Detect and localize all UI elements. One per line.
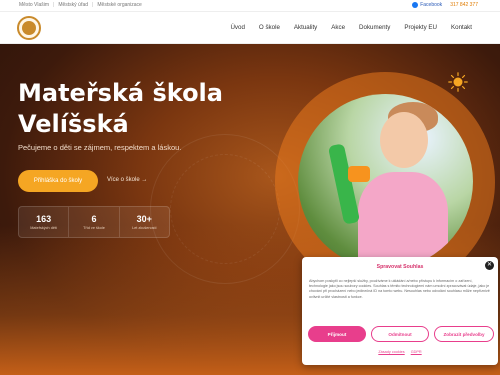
cookie-buttons: Přijmout Odmítnout Zobrazit předvolby xyxy=(308,326,494,342)
hero-photo-child xyxy=(298,94,473,269)
hero-title-line2: Velíšská xyxy=(18,110,129,138)
stat-item: 30+ Let zkušeností xyxy=(120,207,169,237)
nav-item-akce[interactable]: Akce xyxy=(331,24,345,31)
hero-title-line1: Mateřská škola xyxy=(18,79,223,107)
water-gun-shape xyxy=(348,166,370,182)
cookie-consent-dialog: Spravovat Souhlas ✕ Abychom poskytli co … xyxy=(302,257,498,365)
child-head-shape xyxy=(380,112,428,168)
nav-item-aktuality[interactable]: Aktuality xyxy=(294,24,317,31)
nav-item-dokumenty[interactable]: Dokumenty xyxy=(359,24,390,31)
cookie-dialog-text: Abychom poskytli co nejlepší služby, pou… xyxy=(309,279,490,299)
separator: | xyxy=(53,2,55,8)
stat-value: 30+ xyxy=(136,214,152,224)
logo-emblem-icon xyxy=(22,21,36,35)
stat-label: Mateřských dětí xyxy=(30,226,58,230)
nav-item-o-skole[interactable]: O škole xyxy=(259,24,280,31)
about-school-link[interactable]: Více o škole → xyxy=(107,177,147,183)
sun-icon xyxy=(448,72,468,92)
cookie-links: Zásady cookies GDPR xyxy=(302,350,498,354)
stat-label: Let zkušeností xyxy=(132,226,157,230)
top-link-urad[interactable]: Městský úřad xyxy=(58,2,88,8)
main-navigation: Úvod O škole Aktuality Akce Dokumenty Pr… xyxy=(0,12,500,44)
stat-value: 163 xyxy=(36,214,52,224)
stat-label: Tříd ve škole xyxy=(83,226,105,230)
facebook-link[interactable]: Facebook xyxy=(412,2,442,8)
cookie-policy-link[interactable]: Zásady cookies xyxy=(378,350,404,354)
facebook-label: Facebook xyxy=(420,2,443,8)
top-utility-bar: Město Vlašim | Městský úřad | Městské or… xyxy=(0,0,500,12)
hero-title: Mateřská škola Velíšská xyxy=(18,78,223,140)
stat-item: 6 Tříd ve škole xyxy=(69,207,120,237)
nav-item-kontakt[interactable]: Kontakt xyxy=(451,24,472,31)
accept-cookies-button[interactable]: Přijmout xyxy=(308,326,366,342)
decorative-sun-outline xyxy=(170,154,280,264)
stat-item: 163 Mateřských dětí xyxy=(19,207,70,237)
top-link-organizace[interactable]: Městské organizace xyxy=(97,2,141,8)
gdpr-link[interactable]: GDPR xyxy=(411,350,422,354)
top-right: Facebook 317 842 377 xyxy=(412,2,478,8)
application-button[interactable]: Přihláška do školy xyxy=(18,170,98,192)
nav-item-uvod[interactable]: Úvod xyxy=(230,24,244,31)
water-gun-shape xyxy=(327,143,361,225)
nav-item-projekty-eu[interactable]: Projekty EU xyxy=(404,24,437,31)
nav-menu: Úvod O škole Aktuality Akce Dokumenty Pr… xyxy=(230,24,472,31)
show-preferences-button[interactable]: Zobrazit předvolby xyxy=(434,326,494,342)
school-logo[interactable] xyxy=(17,16,41,40)
separator: | xyxy=(92,2,94,8)
stat-value: 6 xyxy=(91,214,97,224)
facebook-icon xyxy=(412,2,419,8)
reject-cookies-button[interactable]: Odmítnout xyxy=(371,326,429,342)
child-body-shape xyxy=(358,172,448,269)
top-link-mesto[interactable]: Město Vlašim xyxy=(19,2,49,8)
hero-subtitle: Pečujeme o děti se zájmem, respektem a l… xyxy=(18,143,182,152)
stats-box: 163 Mateřských dětí 6 Tříd ve škole 30+ … xyxy=(18,206,170,238)
cookie-dialog-title: Spravovat Souhlas xyxy=(376,264,424,270)
top-links: Město Vlašim | Městský úřad | Městské or… xyxy=(19,2,142,8)
close-icon[interactable]: ✕ xyxy=(485,261,494,270)
phone-link[interactable]: 317 842 377 xyxy=(450,2,478,8)
